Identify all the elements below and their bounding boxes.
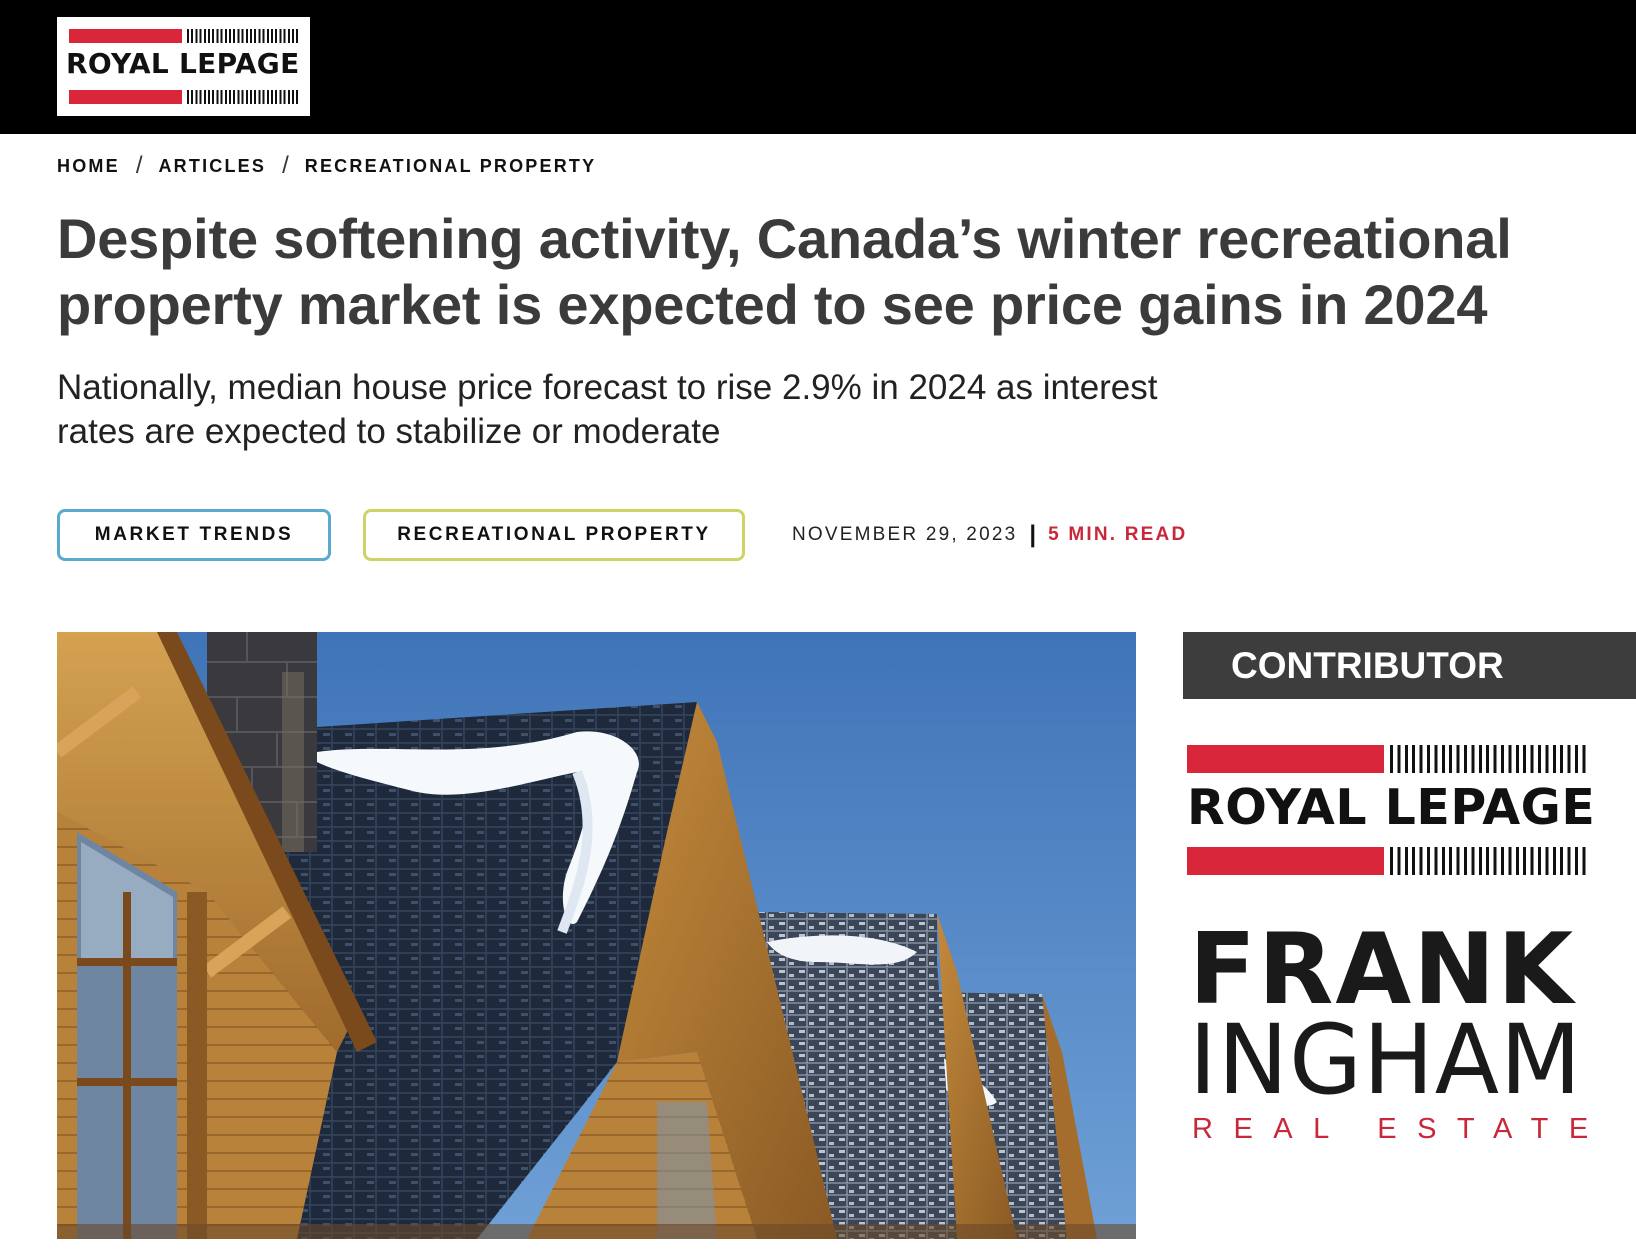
breadcrumb-recreational-property[interactable]: RECREATIONAL PROPERTY (305, 156, 597, 177)
meta-separator: | (1029, 521, 1037, 548)
site-header: ROYAL LEPAGE (0, 0, 1636, 134)
logo-stripes (1390, 847, 1590, 875)
logo-red-bar (69, 90, 182, 104)
hero-image (57, 632, 1136, 1239)
breadcrumb-separator: / (135, 152, 143, 179)
tag-market-trends[interactable]: MARKET TRENDS (57, 509, 331, 561)
logo-red-bar (1187, 745, 1384, 773)
read-time: 5 MIN. READ (1048, 524, 1188, 545)
tag-recreational-property[interactable]: RECREATIONAL PROPERTY (363, 509, 745, 561)
logo-wordmark: ROYAL LEPAGE (66, 47, 300, 80)
royal-lepage-logo[interactable]: ROYAL LEPAGE (57, 17, 310, 116)
contributor-tagline: REAL ESTATE (1192, 1113, 1609, 1145)
contributor-heading: CONTRIBUTOR (1183, 632, 1636, 699)
breadcrumb-separator: / (282, 152, 289, 179)
article-subtitle: Nationally, median house price forecast … (57, 368, 1158, 451)
article-meta: NOVEMBER 29, 2023 | 5 MIN. READ (792, 521, 1187, 549)
logo-stripes (187, 90, 299, 104)
logo-stripes (187, 29, 299, 43)
logo-stripes (1390, 745, 1590, 773)
publish-date: NOVEMBER 29, 2023 (792, 524, 1018, 545)
breadcrumb-articles[interactable]: ARTICLES (158, 156, 266, 177)
contributor-name-last[interactable]: INGHAM (1189, 1010, 1582, 1110)
breadcrumb-home[interactable]: HOME (57, 156, 120, 177)
logo-red-bar (69, 29, 182, 43)
logo-red-bar (1187, 847, 1384, 875)
logo-wordmark: ROYAL LEPAGE (1187, 779, 1596, 836)
article-title: Despite softening activity, Canada’s win… (57, 207, 1512, 336)
contributor-royal-lepage-logo: ROYAL LEPAGE (1187, 745, 1596, 875)
breadcrumb: HOME / ARTICLES / RECREATIONAL PROPERTY (57, 152, 596, 180)
